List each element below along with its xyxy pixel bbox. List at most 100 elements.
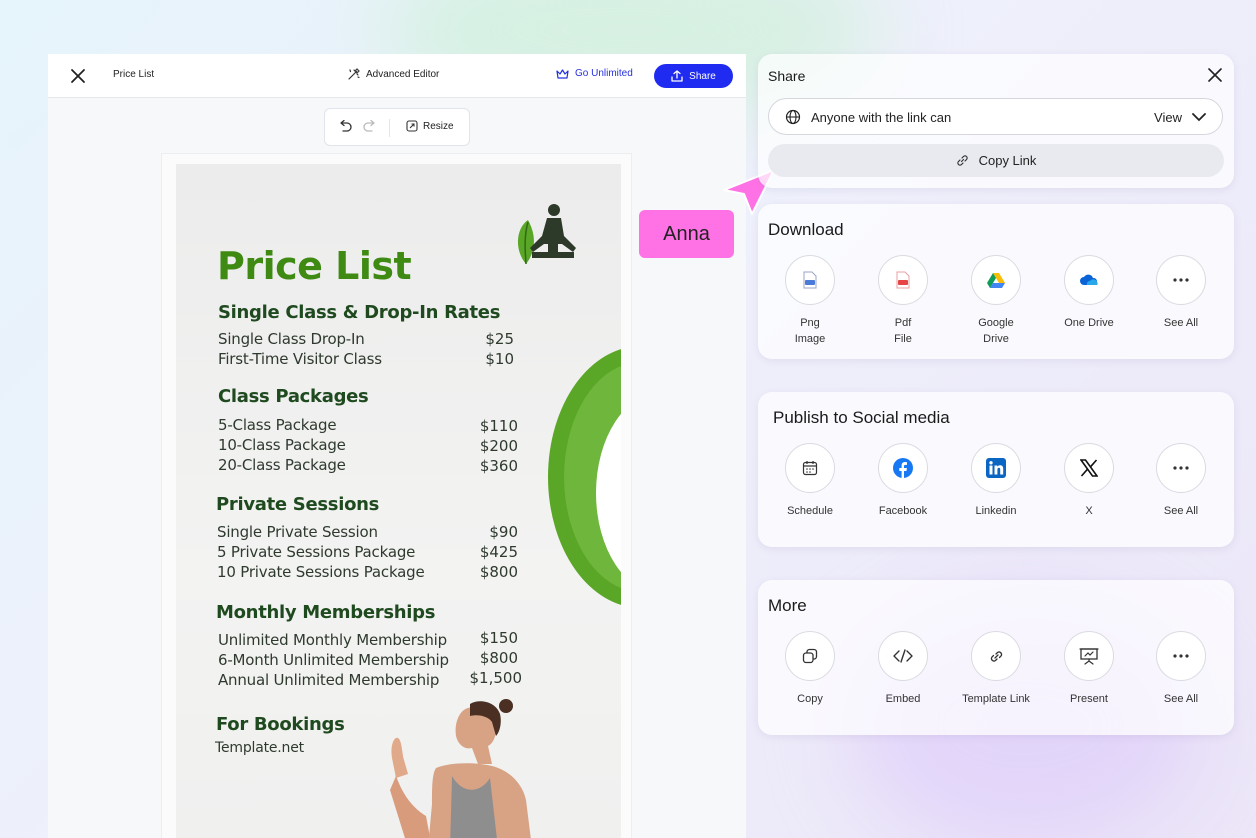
- share-panel-title: Share: [768, 68, 806, 84]
- download-see-all-option[interactable]: See All: [1141, 255, 1221, 331]
- price-value: $200: [479, 437, 518, 455]
- option-label: Png: [800, 317, 820, 329]
- more-dots-icon: [1173, 466, 1189, 470]
- canvas-toolbar: Resize: [324, 108, 470, 146]
- facebook-icon: [893, 458, 913, 478]
- price-value: $425: [479, 543, 518, 561]
- social-publish-panel: Publish to Social media Schedule Faceboo…: [758, 392, 1234, 547]
- option-label: Google: [978, 317, 1014, 329]
- embed-option[interactable]: Embed: [863, 631, 943, 707]
- calendar-icon: [802, 461, 818, 476]
- schedule-option[interactable]: Schedule: [770, 443, 850, 519]
- section-heading: Private Sessions: [216, 494, 380, 515]
- resize-label: Resize: [423, 120, 454, 132]
- advanced-editor-label: Advanced Editor: [366, 69, 440, 80]
- more-panel: More Copy Embed Template Link Present Se…: [758, 580, 1234, 735]
- download-panel: Download Png Image Pdf File Google Drive On…: [758, 204, 1234, 359]
- more-title: More: [768, 596, 807, 615]
- share-button-label: Share: [689, 70, 716, 82]
- chevron-down-icon: [1192, 113, 1206, 122]
- link-access-select[interactable]: Anyone with the link can View: [768, 98, 1223, 135]
- price-item: Annual Unlimited Membership: [218, 671, 440, 689]
- social-title: Publish to Social media: [773, 408, 950, 427]
- pdf-file-icon: [896, 271, 910, 289]
- price-value: $360: [479, 457, 518, 475]
- link-icon: [956, 155, 968, 166]
- price-value: $110: [479, 417, 518, 435]
- price-item: 5 Private Sessions Package: [217, 543, 416, 561]
- price-item: 20-Class Package: [218, 456, 346, 474]
- globe-icon: [785, 109, 801, 125]
- toolbar-divider: [389, 119, 390, 137]
- copy-link-label: Copy Link: [978, 153, 1037, 168]
- option-label: X: [1085, 505, 1093, 517]
- price-item: 6-Month Unlimited Membership: [218, 651, 449, 669]
- option-label: See All: [1163, 505, 1199, 517]
- option-label: Facebook: [878, 505, 928, 517]
- template-link-option[interactable]: Template Link: [956, 631, 1036, 707]
- go-unlimited-button[interactable]: Go Unlimited: [556, 68, 633, 79]
- yoga-woman-photo: [390, 699, 531, 838]
- option-label: Embed: [885, 693, 921, 705]
- price-value: $10: [485, 350, 514, 368]
- link-access-label: Anyone with the link can: [811, 110, 952, 125]
- x-icon: [1080, 459, 1098, 477]
- share-button[interactable]: Share: [654, 64, 733, 88]
- option-label: Linkedin: [975, 505, 1017, 517]
- download-png-option[interactable]: Png Image: [770, 255, 850, 347]
- price-value: $90: [489, 523, 518, 541]
- download-pdf-option[interactable]: Pdf File: [863, 255, 943, 347]
- close-icon[interactable]: [70, 68, 86, 84]
- section-heading: Single Class & Drop-In Rates: [218, 302, 501, 323]
- download-onedrive-option[interactable]: One Drive: [1049, 255, 1129, 331]
- redo-icon[interactable]: [362, 120, 378, 134]
- price-item: Single Class Drop-In: [218, 330, 365, 348]
- more-dots-icon: [1173, 278, 1189, 282]
- download-google-drive-option[interactable]: Google Drive: [956, 255, 1036, 347]
- x-option[interactable]: X: [1049, 443, 1129, 519]
- go-unlimited-label: Go Unlimited: [575, 68, 633, 79]
- google-drive-icon: [987, 273, 1005, 288]
- close-icon[interactable]: [1208, 68, 1222, 82]
- bookings-website: Template.net: [215, 740, 304, 756]
- copy-option[interactable]: Copy: [770, 631, 850, 707]
- crown-icon: [556, 69, 569, 79]
- magic-wand-icon: [348, 68, 360, 80]
- more-see-all-option[interactable]: See All: [1141, 631, 1221, 707]
- price-value: $1,500: [469, 669, 523, 687]
- linkedin-option[interactable]: Linkedin: [956, 443, 1036, 519]
- bookings-heading: For Bookings: [216, 714, 345, 735]
- price-item: Unlimited Monthly Membership: [218, 631, 447, 649]
- link-permission-value: View: [1154, 110, 1182, 125]
- copy-icon: [802, 648, 818, 664]
- option-label: See All: [1163, 317, 1199, 329]
- decorative-green-ring: [548, 346, 621, 608]
- option-label: See All: [1163, 693, 1199, 705]
- price-item: 5-Class Package: [218, 416, 337, 434]
- share-panel: Share Anyone with the link can View Copy…: [758, 54, 1234, 188]
- price-value: $800: [479, 563, 518, 581]
- link-icon: [990, 650, 1002, 662]
- undo-icon[interactable]: [337, 120, 353, 134]
- price-item: 10 Private Sessions Package: [217, 563, 425, 581]
- price-value: $25: [485, 330, 514, 348]
- design-canvas[interactable]: Price List Single Class & Drop-In Rates …: [162, 154, 631, 838]
- price-value: $800: [479, 649, 518, 667]
- price-list-poster[interactable]: Price List Single Class & Drop-In Rates …: [176, 164, 621, 838]
- poster-title: Price List: [217, 244, 412, 288]
- option-sublabel: Drive: [983, 333, 1009, 345]
- editor-window: Price List Advanced Editor Go Unlimited …: [48, 54, 746, 838]
- price-item: 10-Class Package: [218, 436, 346, 454]
- social-see-all-option[interactable]: See All: [1141, 443, 1221, 519]
- copy-link-button[interactable]: Copy Link: [768, 144, 1224, 177]
- facebook-option[interactable]: Facebook: [863, 443, 943, 519]
- price-item: First-Time Visitor Class: [218, 350, 382, 368]
- option-label: One Drive: [1064, 317, 1114, 329]
- linkedin-icon: [986, 458, 1006, 478]
- yoga-leaf-logo: [517, 204, 576, 265]
- resize-button[interactable]: Resize: [406, 120, 454, 132]
- advanced-editor-button[interactable]: Advanced Editor: [347, 68, 439, 81]
- option-label: Template Link: [962, 693, 1030, 705]
- present-option[interactable]: Present: [1049, 631, 1129, 707]
- code-icon: [893, 649, 913, 663]
